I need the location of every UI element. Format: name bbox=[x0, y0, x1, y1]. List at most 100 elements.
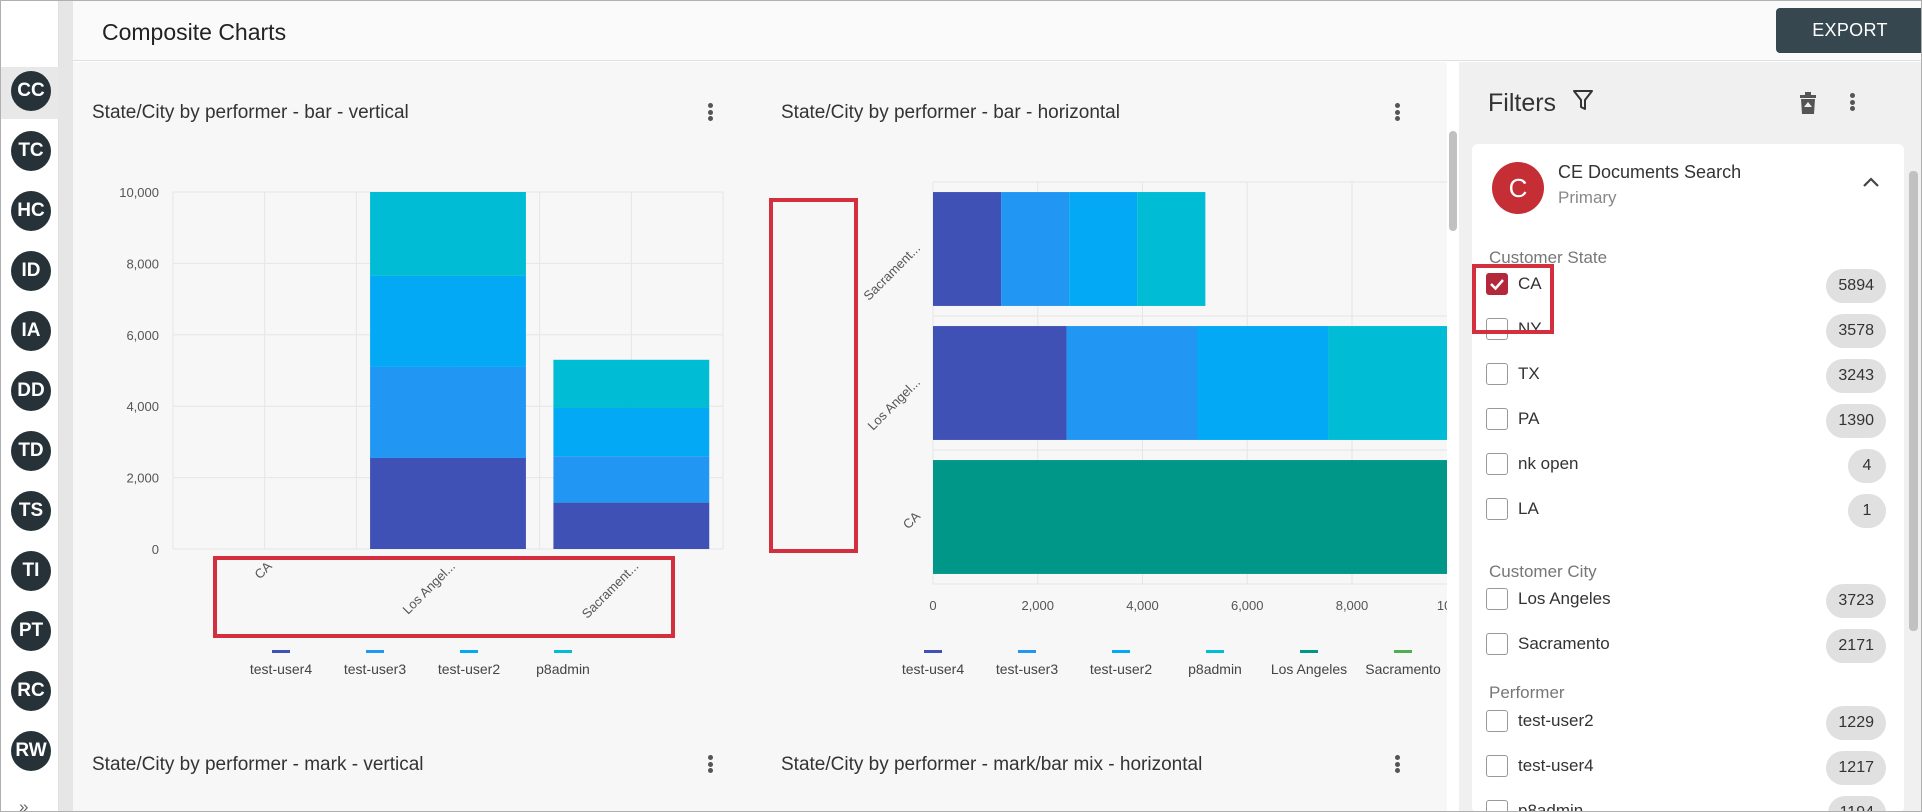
legend-swatch bbox=[1112, 650, 1130, 653]
chart-card-mark-bar-mix: State/City by performer - mark/bar mix -… bbox=[761, 712, 1447, 811]
checkbox[interactable] bbox=[1486, 318, 1508, 340]
more-options-icon[interactable] bbox=[1387, 752, 1407, 776]
rail-item-cc[interactable]: CC bbox=[11, 71, 51, 111]
filter-label: Los Angeles bbox=[1518, 589, 1611, 608]
filter-row-los-angeles[interactable]: Los Angeles 3723 bbox=[1486, 584, 1886, 618]
page-header: Composite Charts EXPORT bbox=[73, 1, 1921, 61]
rail-item-ti[interactable]: TI bbox=[11, 551, 51, 591]
card-title: State/City by performer - mark/bar mix -… bbox=[781, 754, 1203, 775]
x-tick-label: Los Angel... bbox=[399, 559, 458, 618]
filter-count: 3243 bbox=[1826, 359, 1886, 393]
check-icon bbox=[1490, 279, 1504, 291]
x-tick-label: Sacrament... bbox=[579, 559, 642, 622]
rail-item-id[interactable]: ID bbox=[11, 251, 51, 291]
rail-item-pt[interactable]: PT bbox=[11, 611, 51, 651]
filter-row-test-user4[interactable]: test-user4 1217 bbox=[1486, 751, 1886, 785]
filter-row-pa[interactable]: PA 1390 bbox=[1486, 404, 1886, 438]
source-subtitle: Primary bbox=[1558, 188, 1617, 207]
filter-count: 3723 bbox=[1826, 584, 1886, 618]
dashboard-scrollbar[interactable] bbox=[1449, 131, 1457, 231]
export-button[interactable]: EXPORT bbox=[1776, 8, 1921, 53]
checkbox[interactable] bbox=[1486, 408, 1508, 430]
filter-icon bbox=[1573, 90, 1593, 110]
filter-row-la[interactable]: LA 1 bbox=[1486, 494, 1886, 528]
filter-count: 5894 bbox=[1826, 269, 1886, 303]
filter-row-p8admin[interactable]: p8admin 1194 bbox=[1486, 796, 1886, 811]
y-tick-label: Sacrament... bbox=[860, 241, 923, 304]
filter-label: CA bbox=[1518, 274, 1542, 293]
chart-card-bar-horizontal: State/City by performer - bar - horizont… bbox=[761, 62, 1447, 702]
y-tick-label: 2,000 bbox=[126, 471, 159, 486]
bar-segment bbox=[553, 502, 710, 549]
more-options-icon[interactable] bbox=[700, 752, 720, 776]
legend-swatch bbox=[1206, 650, 1224, 653]
bar-segment bbox=[553, 456, 710, 503]
rail-item-dd[interactable]: DD bbox=[11, 371, 51, 411]
filter-label: LA bbox=[1518, 499, 1539, 518]
bar-segment bbox=[933, 460, 1447, 574]
rail-item-ts[interactable]: TS bbox=[11, 491, 51, 531]
bar-segment bbox=[370, 192, 526, 276]
section-customer-city: Customer City bbox=[1489, 562, 1597, 581]
filter-label: test-user2 bbox=[1518, 711, 1594, 730]
legend-swatch bbox=[460, 650, 478, 653]
checkbox[interactable] bbox=[1486, 633, 1508, 655]
filter-row-tx[interactable]: TX 3243 bbox=[1486, 359, 1886, 393]
x-tick-label: 6,000 bbox=[1231, 598, 1264, 613]
checkbox[interactable] bbox=[1486, 800, 1508, 811]
filter-count: 3578 bbox=[1826, 314, 1886, 348]
bar-segment bbox=[1066, 326, 1198, 440]
y-tick-label: 8,000 bbox=[126, 256, 159, 271]
checkbox-checked[interactable] bbox=[1486, 273, 1508, 295]
checkbox[interactable] bbox=[1486, 755, 1508, 777]
app-window: CC TC HC ID IA DD TD TS TI PT RC RW » Co… bbox=[0, 0, 1922, 812]
legend-swatch bbox=[1300, 650, 1318, 653]
data-source-card: C CE Documents Search Primary Customer S… bbox=[1472, 144, 1904, 811]
bar-segment bbox=[553, 359, 710, 408]
legend-swatch bbox=[1394, 650, 1412, 653]
x-tick-label: 10,000 bbox=[1437, 598, 1447, 613]
filter-row-test-user2[interactable]: test-user2 1229 bbox=[1486, 706, 1886, 740]
checkbox[interactable] bbox=[1486, 710, 1508, 732]
bar-segment bbox=[553, 407, 710, 457]
filter-row-ny[interactable]: NY 3578 bbox=[1486, 314, 1886, 348]
clear-filters-icon[interactable] bbox=[1797, 90, 1819, 116]
filter-label: TX bbox=[1518, 364, 1540, 383]
filter-count: 1 bbox=[1848, 494, 1886, 528]
chevron-up-icon[interactable] bbox=[1860, 174, 1882, 190]
rail-separator bbox=[59, 1, 73, 811]
checkbox[interactable] bbox=[1486, 588, 1508, 610]
rail-item-rw[interactable]: RW bbox=[11, 731, 51, 771]
section-customer-state: Customer State bbox=[1489, 248, 1608, 267]
filter-label: NY bbox=[1518, 319, 1542, 338]
filter-label: PA bbox=[1518, 409, 1540, 428]
rail-item-rc[interactable]: RC bbox=[11, 671, 51, 711]
rail-item-ia[interactable]: IA bbox=[11, 311, 51, 351]
section-performer: Performer bbox=[1489, 683, 1565, 702]
filter-count: 1229 bbox=[1826, 706, 1886, 740]
legend-label: test-user3 bbox=[344, 661, 406, 677]
filters-more-icon[interactable] bbox=[1842, 90, 1862, 114]
filter-label: test-user4 bbox=[1518, 756, 1594, 775]
checkbox[interactable] bbox=[1486, 453, 1508, 475]
bar-segment bbox=[1137, 192, 1206, 306]
side-rail: CC TC HC ID IA DD TD TS TI PT RC RW » bbox=[1, 1, 67, 811]
rail-item-td[interactable]: TD bbox=[11, 431, 51, 471]
bar-segment bbox=[370, 457, 526, 549]
bar-segment bbox=[933, 192, 1002, 306]
checkbox[interactable] bbox=[1486, 363, 1508, 385]
rail-item-tc[interactable]: TC bbox=[11, 131, 51, 171]
rail-item-hc[interactable]: HC bbox=[11, 191, 51, 231]
expand-rail-icon[interactable]: » bbox=[19, 797, 28, 811]
filter-row-nk-open[interactable]: nk open 4 bbox=[1486, 449, 1886, 483]
filter-row-sacramento[interactable]: Sacramento 2171 bbox=[1486, 629, 1886, 663]
bar-segment bbox=[1001, 192, 1070, 306]
legend-label: p8admin bbox=[536, 661, 590, 677]
filter-row-ca[interactable]: CA 5894 bbox=[1486, 269, 1886, 303]
filters-scrollbar[interactable] bbox=[1909, 171, 1918, 631]
checkbox[interactable] bbox=[1486, 498, 1508, 520]
filters-panel: Filters C CE Documents Search Primary Cu… bbox=[1459, 62, 1921, 811]
card-title: State/City by performer - mark - vertica… bbox=[92, 754, 424, 775]
filter-count: 1194 bbox=[1827, 796, 1886, 811]
x-tick-label: 2,000 bbox=[1021, 598, 1054, 613]
